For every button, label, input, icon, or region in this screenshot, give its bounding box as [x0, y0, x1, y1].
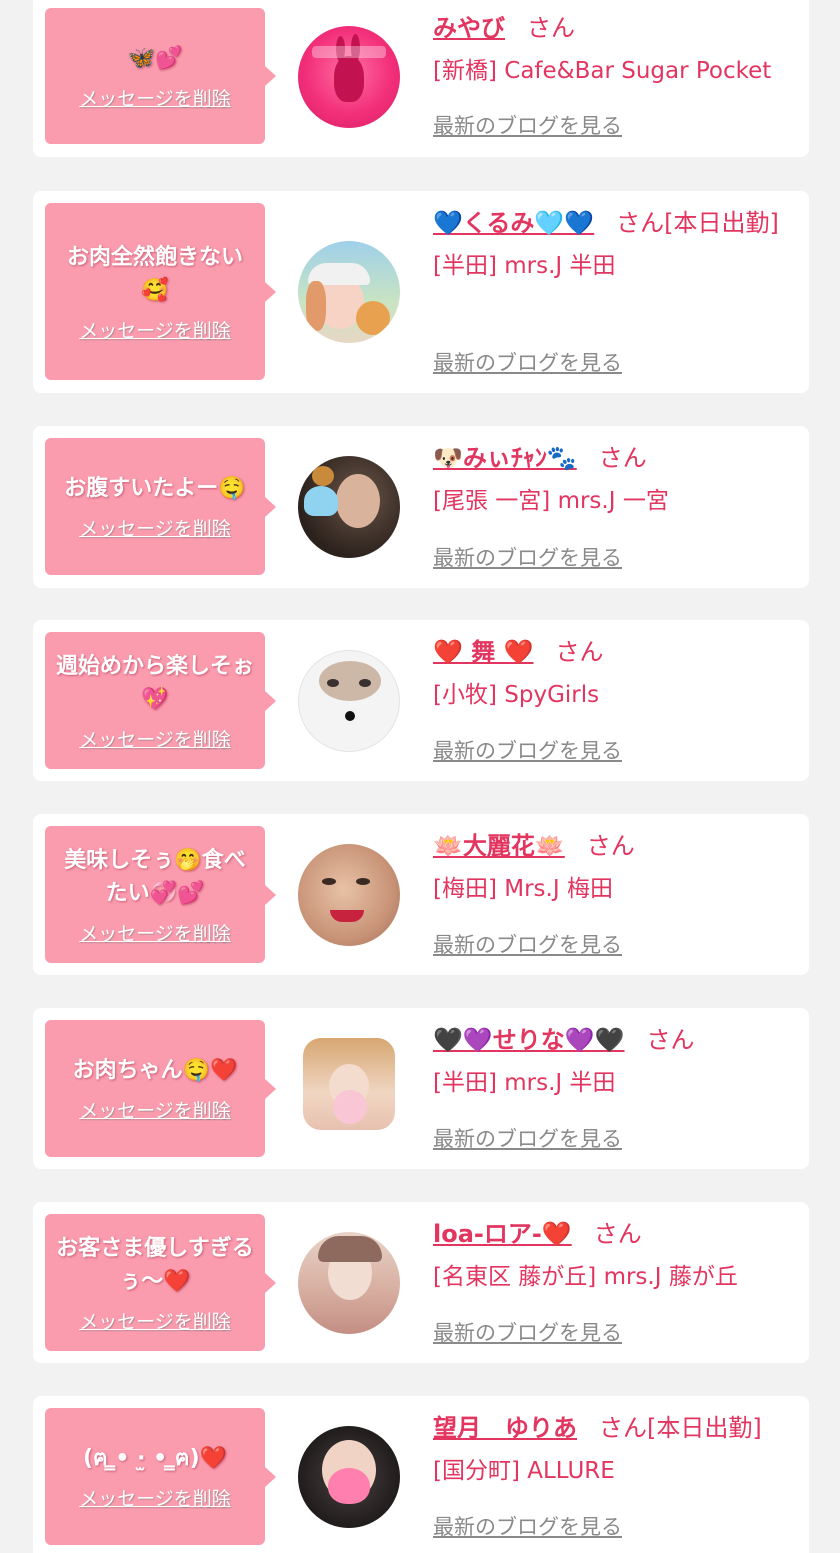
smiling-woman-avatar-icon[interactable] [298, 844, 400, 946]
message-bubble: お腹すいたよー🤤 メッセージを削除 [45, 438, 276, 575]
cast-name-link[interactable]: 望月 ゆりあ [433, 1414, 577, 1442]
name-line: 🪷大麗花🪷 さん [433, 826, 793, 866]
message-text: お肉全然飽きない🥰 [66, 244, 243, 303]
woman-heart-mask-avatar-icon[interactable] [298, 1426, 400, 1528]
shop-name: [名東区 藤が丘] mrs.J 藤が丘 [433, 1264, 738, 1290]
honorific: さん [646, 1026, 695, 1054]
delete-message-link[interactable]: メッセージを削除 [79, 728, 231, 752]
message-text: 美味しそぅ🤭食べたい💞💕 [64, 847, 246, 906]
list-item: お肉全然飽きない🥰 メッセージを削除 💙くるみ🩵💙 さん[本日出勤] [半田] m… [33, 191, 809, 393]
woman-with-cap-avatar-icon[interactable] [298, 241, 400, 343]
message-bubble: (ฅ ̳• ·̫ • ̳ฅ)❤️ メッセージを削除 [45, 1408, 276, 1545]
entry-info: 🐶みぃﾁｬﾝ🐾 さん [尾張 一宮] mrs.J 一宮 [433, 438, 793, 518]
name-line: みやび さん [433, 8, 793, 48]
list-item: 🦋💕 メッセージを削除 みやび さん [新橋] Cafe&Bar Sugar Po… [33, 0, 809, 157]
entry-info: みやび さん [新橋] Cafe&Bar Sugar Pocket [433, 8, 793, 88]
latest-blog-link[interactable]: 最新のブログを見る [433, 737, 622, 765]
entry-info: 🪷大麗花🪷 さん [梅田] Mrs.J 梅田 [433, 826, 793, 906]
delete-message-link[interactable]: メッセージを削除 [79, 87, 231, 111]
list-item: (ฅ ̳• ·̫ • ̳ฅ)❤️ メッセージを削除 望月 ゆりあ さん[本日出勤]… [33, 1396, 809, 1553]
message-list: 🦋💕 メッセージを削除 みやび さん [新橋] Cafe&Bar Sugar Po… [0, 0, 840, 1553]
blonde-woman-avatar-icon[interactable] [303, 1038, 395, 1130]
delete-message-link[interactable]: メッセージを削除 [79, 319, 231, 343]
list-item: お客さま優しすぎるぅ〜❤️ メッセージを削除 loa-ロア-❤️ さん [名東区 … [33, 1202, 809, 1363]
woman-portrait-avatar-icon[interactable] [298, 1232, 400, 1334]
entry-info: ❤️ 舞 ❤️ さん [小牧] SpyGirls [433, 632, 793, 712]
list-item: 美味しそぅ🤭食べたい💞💕 メッセージを削除 🪷大麗花🪷 さん [梅田] Mrs.J… [33, 814, 809, 975]
shop-name: [半田] mrs.J 半田 [433, 253, 616, 279]
name-line: 💙くるみ🩵💙 さん[本日出勤] [433, 203, 793, 243]
message-bubble: 週始めから楽しそぉ💖 メッセージを削除 [45, 632, 276, 769]
honorific: さん [616, 209, 665, 237]
shop-name: [尾張 一宮] mrs.J 一宮 [433, 488, 669, 514]
cast-name-link[interactable]: loa-ロア-❤️ [433, 1220, 572, 1248]
cast-name-link[interactable]: 💙くるみ🩵💙 [433, 209, 594, 237]
latest-blog-link[interactable]: 最新のブログを見る [433, 1319, 622, 1347]
entry-info: 💙くるみ🩵💙 さん[本日出勤] [半田] mrs.J 半田 [433, 203, 793, 283]
message-bubble: お肉ちゃん🤤❤️ メッセージを削除 [45, 1020, 276, 1157]
name-line: loa-ロア-❤️ さん [433, 1214, 793, 1254]
entry-info: 🖤💜せりな💜🖤 さん [半田] mrs.J 半田 [433, 1020, 793, 1100]
latest-blog-link[interactable]: 最新のブログを見る [433, 931, 622, 959]
honorific: さん [527, 14, 575, 42]
shop-name: [半田] mrs.J 半田 [433, 1070, 616, 1096]
message-text: 🦋💕 [127, 45, 183, 71]
message-bubble: お肉全然飽きない🥰 メッセージを削除 [45, 203, 276, 380]
name-line: ❤️ 舞 ❤️ さん [433, 632, 793, 672]
latest-blog-link[interactable]: 最新のブログを見る [433, 1125, 622, 1153]
message-bubble: 🦋💕 メッセージを削除 [45, 8, 276, 144]
message-text: 週始めから楽しそぉ💖 [55, 653, 254, 712]
honorific: さん [555, 638, 604, 666]
message-text: お肉ちゃん🤤❤️ [72, 1058, 238, 1083]
list-item: お肉ちゃん🤤❤️ メッセージを削除 🖤💜せりな💜🖤 さん [半田] mrs.J 半… [33, 1008, 809, 1169]
woman-cat-filter-avatar-icon[interactable] [298, 650, 400, 752]
name-line: 🐶みぃﾁｬﾝ🐾 さん [433, 438, 793, 478]
delete-message-link[interactable]: メッセージを削除 [79, 517, 231, 541]
delete-message-link[interactable]: メッセージを削除 [79, 1099, 231, 1123]
message-bubble: お客さま優しすぎるぅ〜❤️ メッセージを削除 [45, 1214, 276, 1351]
cast-name-link[interactable]: 🖤💜せりな💜🖤 [433, 1026, 625, 1054]
name-line: 望月 ゆりあ さん[本日出勤] [433, 1408, 793, 1448]
woman-with-heart-sticker-avatar-icon[interactable] [298, 456, 400, 558]
message-bubble: 美味しそぅ🤭食べたい💞💕 メッセージを削除 [45, 826, 276, 963]
delete-message-link[interactable]: メッセージを削除 [79, 1487, 231, 1511]
shop-name: [梅田] Mrs.J 梅田 [433, 876, 613, 902]
latest-blog-link[interactable]: 最新のブログを見る [433, 544, 622, 572]
name-line: 🖤💜せりな💜🖤 さん [433, 1020, 793, 1060]
honorific: さん [598, 444, 647, 472]
cast-name-link[interactable]: 🐶みぃﾁｬﾝ🐾 [433, 444, 577, 472]
attendance-status: [本日出勤] [647, 1414, 762, 1442]
attendance-status: [本日出勤] [664, 209, 779, 237]
shop-name: [新橋] Cafe&Bar Sugar Pocket [433, 58, 772, 84]
cast-name-link[interactable]: ❤️ 舞 ❤️ [433, 638, 533, 666]
latest-blog-link[interactable]: 最新のブログを見る [433, 112, 622, 140]
entry-info: 望月 ゆりあ さん[本日出勤] [国分町] ALLURE [433, 1408, 793, 1488]
honorific: さん [593, 1220, 642, 1248]
message-text: お腹すいたよー🤤 [64, 476, 246, 501]
cast-name-link[interactable]: 🪷大麗花🪷 [433, 832, 565, 860]
list-item: お腹すいたよー🤤 メッセージを削除 🐶みぃﾁｬﾝ🐾 さん [尾張 一宮] mrs.… [33, 426, 809, 588]
cast-name-link[interactable]: みやび [433, 14, 505, 42]
delete-message-link[interactable]: メッセージを削除 [79, 922, 231, 946]
message-text: お客さま優しすぎるぅ〜❤️ [56, 1235, 254, 1294]
honorific: さん [599, 1414, 647, 1442]
latest-blog-link[interactable]: 最新のブログを見る [433, 1513, 622, 1541]
pink-rabbit-avatar-icon[interactable] [298, 26, 400, 128]
shop-name: [小牧] SpyGirls [433, 682, 600, 708]
entry-info: loa-ロア-❤️ さん [名東区 藤が丘] mrs.J 藤が丘 [433, 1214, 793, 1294]
latest-blog-link[interactable]: 最新のブログを見る [433, 349, 622, 377]
list-item: 週始めから楽しそぉ💖 メッセージを削除 ❤️ 舞 ❤️ さん [小牧] SpyGi… [33, 620, 809, 781]
shop-name: [国分町] ALLURE [433, 1458, 615, 1484]
delete-message-link[interactable]: メッセージを削除 [79, 1310, 231, 1334]
honorific: さん [586, 832, 635, 860]
message-text: (ฅ ̳• ·̫ • ̳ฅ)❤️ [82, 1446, 228, 1471]
